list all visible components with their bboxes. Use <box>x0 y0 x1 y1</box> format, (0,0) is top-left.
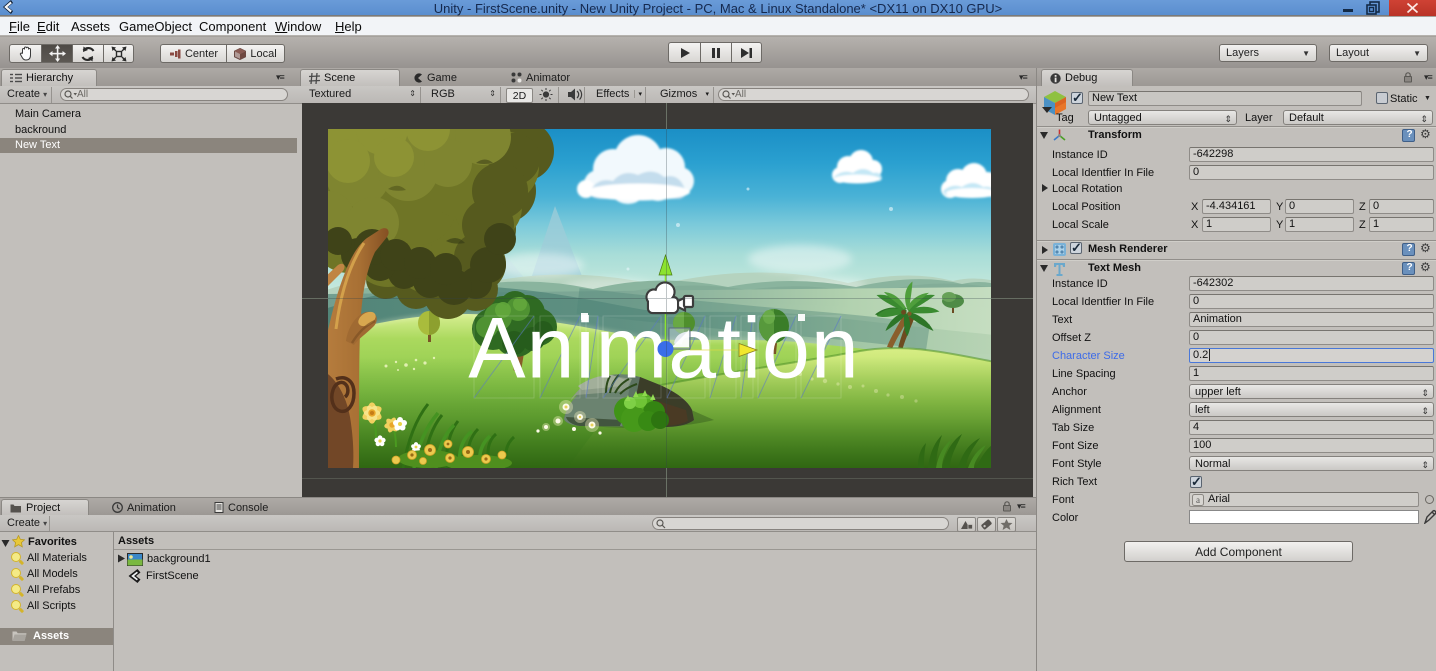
svg-text:a: a <box>1196 495 1200 505</box>
